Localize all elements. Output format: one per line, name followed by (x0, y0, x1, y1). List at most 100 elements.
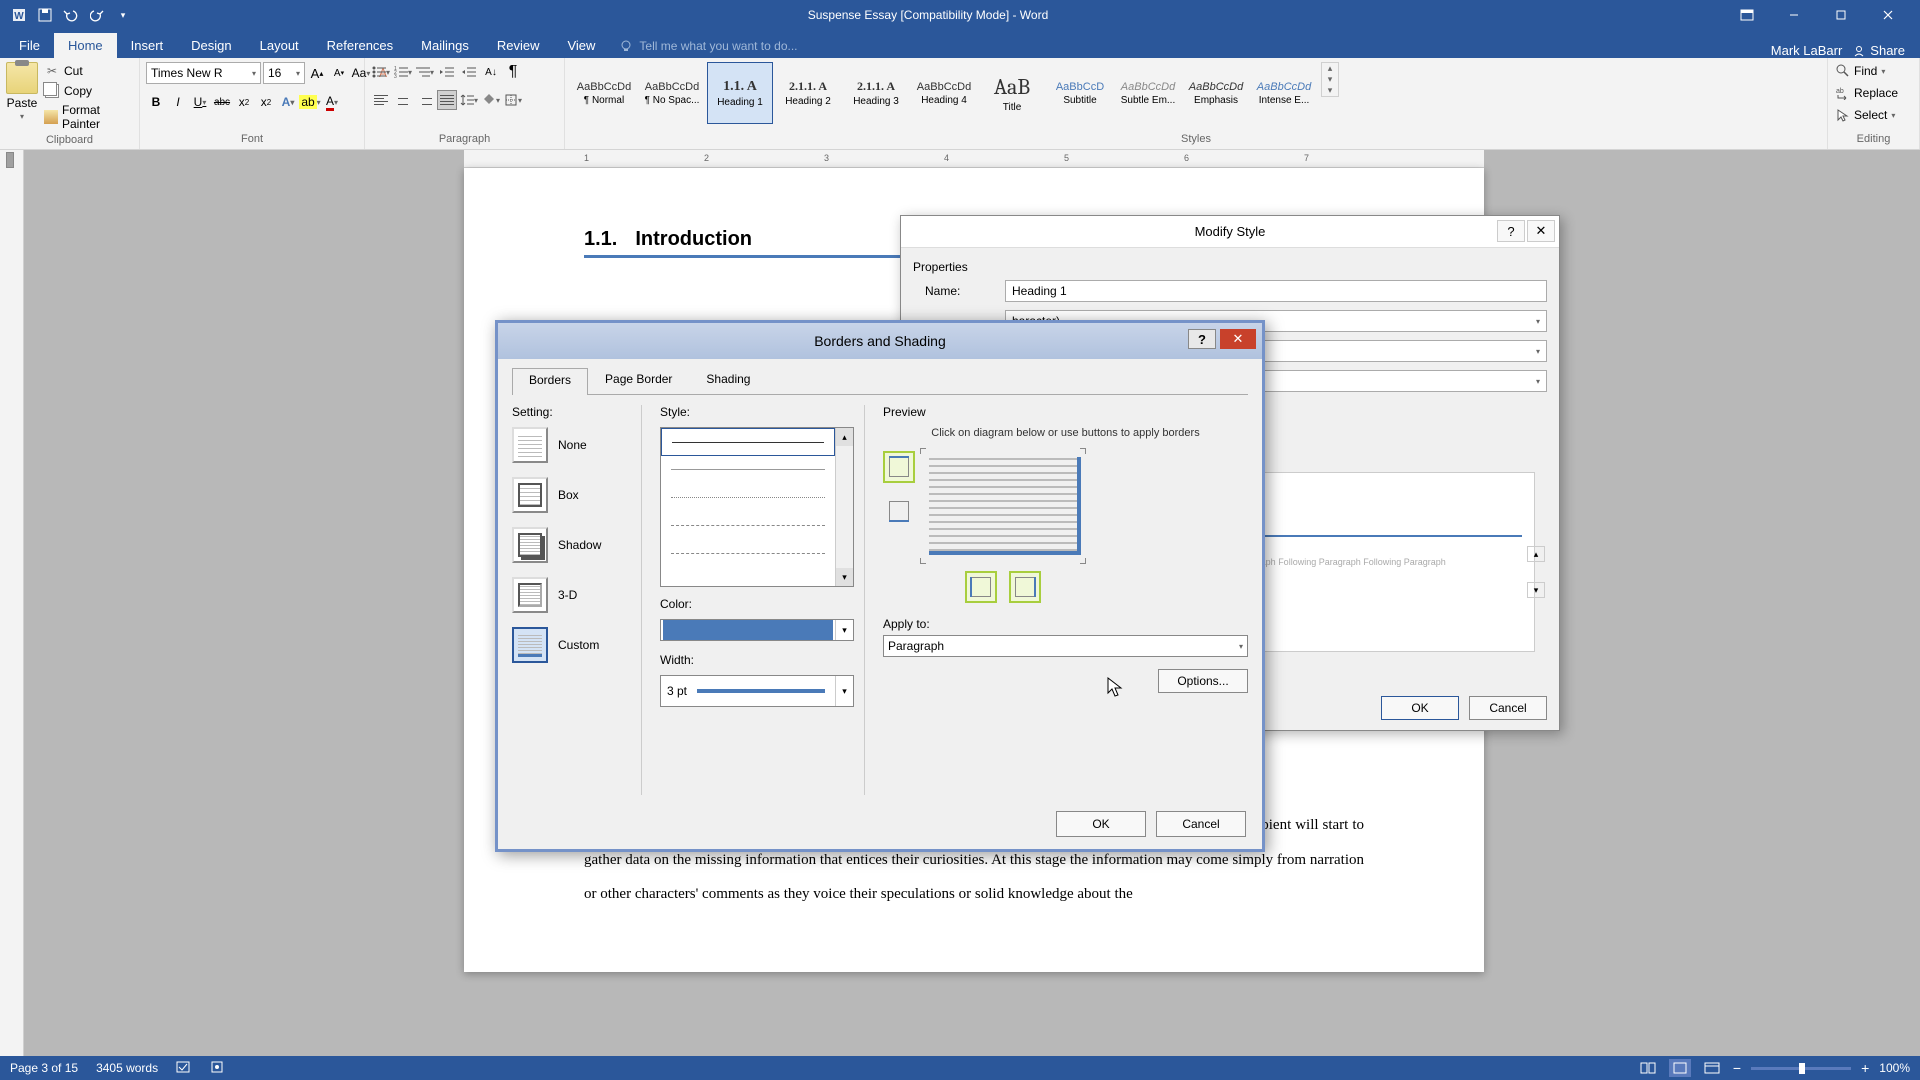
layout-tab[interactable]: Layout (246, 33, 313, 58)
modify-cancel-button[interactable]: Cancel (1469, 696, 1547, 720)
borders-titlebar[interactable]: Borders and Shading ? ✕ (498, 323, 1262, 359)
modify-preview-scroll-down[interactable]: ▾ (1527, 582, 1545, 598)
styles-more-button[interactable]: ▾ (1322, 85, 1338, 96)
zoom-level[interactable]: 100% (1879, 1061, 1910, 1075)
style-item-title[interactable]: AaBTitle (979, 62, 1045, 124)
borders-close-button[interactable]: ✕ (1220, 329, 1256, 349)
modify-preview-scroll-up[interactable]: ▴ (1527, 546, 1545, 562)
zoom-out-button[interactable]: − (1733, 1060, 1741, 1076)
share-button[interactable]: Share (1852, 43, 1905, 58)
bold-button[interactable]: B (146, 92, 166, 112)
highlight-button[interactable]: ab▾ (300, 92, 320, 112)
select-button[interactable]: Select▾ (1834, 106, 1897, 124)
minimize-button[interactable] (1771, 0, 1816, 30)
style-scroll-up[interactable]: ▴ (836, 428, 853, 446)
borders-tab-borders[interactable]: Borders (512, 368, 588, 395)
style-item-subtitle[interactable]: AaBbCcDSubtitle (1047, 62, 1113, 124)
style-item-heading-3[interactable]: 2.1.1. AHeading 3 (843, 62, 909, 124)
style-item--normal[interactable]: AaBbCcDd¶ Normal (571, 62, 637, 124)
zoom-in-button[interactable]: + (1861, 1060, 1869, 1076)
paste-button[interactable]: Paste ▾ (6, 62, 38, 121)
align-right-button[interactable] (415, 90, 435, 110)
style-item-heading-4[interactable]: AaBbCcDdHeading 4 (911, 62, 977, 124)
border-color-combo[interactable]: ▾ (660, 619, 854, 641)
borders-help-button[interactable]: ? (1188, 329, 1216, 349)
horizontal-ruler[interactable]: 1 2 3 4 5 6 7 (464, 150, 1484, 168)
modify-style-titlebar[interactable]: Modify Style ? ✕ (901, 216, 1559, 248)
file-tab[interactable]: File (5, 33, 54, 58)
setting-none[interactable]: None (512, 427, 631, 463)
word-count[interactable]: 3405 words (96, 1061, 158, 1075)
preview-top-border-button[interactable] (883, 451, 915, 483)
grow-font-button[interactable]: A▴ (307, 63, 327, 83)
text-effects-button[interactable]: A▾ (278, 92, 298, 112)
increase-indent-button[interactable] (459, 62, 479, 82)
preview-diagram[interactable] (923, 451, 1083, 561)
numbering-button[interactable]: 123▾ (393, 62, 413, 82)
preview-right-border-button[interactable] (1009, 571, 1041, 603)
home-tab[interactable]: Home (54, 33, 117, 58)
style-item-emphasis[interactable]: AaBbCcDdEmphasis (1183, 62, 1249, 124)
copy-button[interactable]: Copy (42, 82, 133, 100)
close-button[interactable] (1865, 0, 1910, 30)
modify-close-button[interactable]: ✕ (1527, 220, 1555, 242)
cut-button[interactable]: ✂Cut (42, 62, 133, 80)
options-button[interactable]: Options... (1158, 669, 1248, 693)
word-app-icon[interactable]: W (10, 6, 28, 24)
align-left-button[interactable] (371, 90, 391, 110)
page-indicator[interactable]: Page 3 of 15 (10, 1061, 78, 1075)
show-marks-button[interactable]: ¶ (503, 62, 523, 82)
border-width-combo[interactable]: 3 pt ▾ (660, 675, 854, 707)
user-name[interactable]: Mark LaBarr (1771, 43, 1843, 58)
apply-to-combo[interactable]: Paragraph▾ (883, 635, 1248, 657)
mailings-tab[interactable]: Mailings (407, 33, 483, 58)
find-button[interactable]: Find▾ (1834, 62, 1887, 80)
justify-button[interactable] (437, 90, 457, 110)
borders-button[interactable]: ▾ (503, 90, 523, 110)
style-item--no-spac-[interactable]: AaBbCcDd¶ No Spac... (639, 62, 705, 124)
undo-icon[interactable] (62, 6, 80, 24)
style-scroll-track[interactable] (836, 446, 853, 568)
maximize-button[interactable] (1818, 0, 1863, 30)
preview-bottom-border-button[interactable] (883, 495, 915, 527)
subscript-button[interactable]: x2 (234, 92, 254, 112)
style-line-dashed[interactable] (661, 512, 835, 540)
styles-scroll-down[interactable]: ▾ (1322, 74, 1338, 85)
print-layout-button[interactable] (1669, 1059, 1691, 1077)
decrease-indent-button[interactable] (437, 62, 457, 82)
style-item-intense-e-[interactable]: AaBbCcDdIntense E... (1251, 62, 1317, 124)
qat-customize-icon[interactable]: ▾ (114, 6, 132, 24)
line-spacing-button[interactable]: ▾ (459, 90, 479, 110)
style-line-solid-thin[interactable] (661, 456, 835, 484)
underline-button[interactable]: U▾ (190, 92, 210, 112)
zoom-slider[interactable] (1751, 1067, 1851, 1070)
font-name-combo[interactable]: Times New R▾ (146, 62, 261, 84)
setting-custom[interactable]: Custom (512, 627, 631, 663)
sort-button[interactable]: A↓ (481, 62, 501, 82)
style-item-heading-2[interactable]: 2.1.1. AHeading 2 (775, 62, 841, 124)
style-scroll-down[interactable]: ▾ (836, 568, 853, 586)
borders-tab-page-border[interactable]: Page Border (588, 367, 689, 394)
modify-ok-button[interactable]: OK (1381, 696, 1459, 720)
design-tab[interactable]: Design (177, 33, 245, 58)
style-line-solid[interactable] (661, 428, 835, 456)
superscript-button[interactable]: x2 (256, 92, 276, 112)
italic-button[interactable]: I (168, 92, 188, 112)
borders-ok-button[interactable]: OK (1056, 811, 1146, 837)
view-tab[interactable]: View (553, 33, 609, 58)
style-line-dashdot[interactable] (661, 540, 835, 568)
replace-button[interactable]: abReplace (1834, 84, 1900, 102)
align-center-button[interactable] (393, 90, 413, 110)
style-line-dotted[interactable] (661, 484, 835, 512)
references-tab[interactable]: References (313, 33, 407, 58)
ribbon-display-icon[interactable] (1724, 0, 1769, 30)
macro-icon[interactable] (210, 1060, 224, 1077)
multilevel-list-button[interactable]: ▾ (415, 62, 435, 82)
styles-scroll-up[interactable]: ▴ (1322, 63, 1338, 74)
setting-3d[interactable]: 3-D (512, 577, 631, 613)
modify-help-button[interactable]: ? (1497, 220, 1525, 242)
font-color-button[interactable]: A▾ (322, 92, 342, 112)
setting-box[interactable]: Box (512, 477, 631, 513)
preview-left-border-button[interactable] (965, 571, 997, 603)
web-layout-button[interactable] (1701, 1059, 1723, 1077)
